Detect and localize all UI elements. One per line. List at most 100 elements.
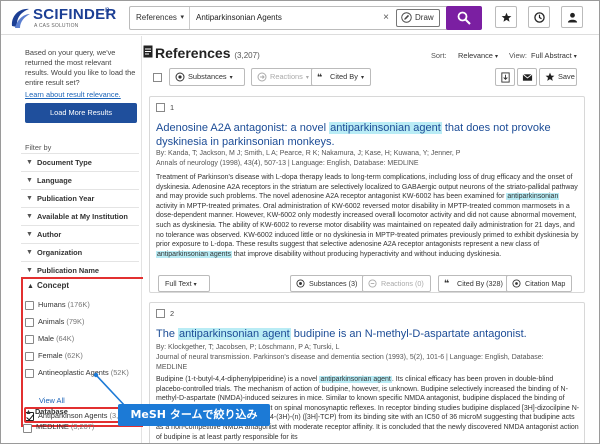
chevron-down-icon: ▾ — [193, 282, 197, 288]
citation-map-label: Citation Map — [525, 279, 566, 288]
concept-item-label: Antineoplastic Agents — [38, 368, 109, 377]
facet-label: Author — [37, 230, 62, 239]
screenshot-frame: SCIFINDER n A CAS SOLUTION References ▾ … — [0, 0, 600, 444]
abstract-highlight: antiparkinsonian — [506, 193, 560, 201]
result-count: (3,207) — [234, 51, 260, 60]
search-button[interactable] — [446, 6, 482, 30]
load-results-prompt: Based on your query, we've returned the … — [25, 48, 136, 87]
title-text: The — [156, 328, 179, 340]
facet-organization[interactable]: ▼ Organization — [21, 243, 139, 261]
facet-author[interactable]: ▼ Author — [21, 225, 139, 243]
pencil-icon — [401, 12, 412, 23]
search-bar: References ▾ × Draw — [129, 6, 474, 30]
title-highlight: antiparkinsonian agent — [178, 328, 291, 340]
result-checkbox[interactable] — [156, 309, 165, 318]
concept-item-male[interactable]: Male (64K) — [25, 331, 149, 347]
draw-label: Draw — [415, 13, 434, 22]
citation-map-icon — [512, 279, 521, 288]
concept-item-count: (176K) — [67, 300, 90, 309]
concept-item-animals[interactable]: Animals (79K) — [25, 314, 149, 330]
result-title-link[interactable]: The antiparkinsonian agent budipine is a… — [156, 327, 576, 341]
account-button[interactable] — [561, 6, 583, 28]
download-button[interactable] — [495, 68, 515, 86]
checkbox[interactable] — [25, 369, 34, 378]
concept-item-label: Humans — [38, 300, 66, 309]
title-text: budipine is an N-methyl-D-aspartate anta… — [290, 328, 527, 340]
logo-subtitle: A CAS SOLUTION — [34, 23, 79, 29]
checkbox[interactable] — [25, 335, 34, 344]
facet-label: Publication Year — [37, 194, 95, 203]
result-source: Annals of neurology (1998), 43(4), 507-1… — [156, 160, 419, 167]
cited-by-button[interactable]: ❝ Cited By ▾ — [311, 68, 371, 86]
chevron-down-icon: ▾ — [360, 75, 364, 81]
chevron-down-icon: ▾ — [573, 54, 577, 60]
search-type-label: References — [136, 13, 177, 22]
learn-more-link[interactable]: Learn about result relevance. — [25, 90, 121, 99]
title-highlight: antiparkinsonian agent — [329, 122, 442, 134]
logo-sup: n — [105, 5, 110, 14]
checkbox[interactable] — [25, 318, 34, 327]
chevron-down-icon: ▾ — [494, 54, 498, 60]
concept-item-count: (52K) — [110, 368, 129, 377]
checkbox[interactable] — [23, 424, 32, 433]
concept-item-female[interactable]: Female (62K) — [25, 348, 149, 364]
facet-document-type[interactable]: ▼ Document Type — [21, 153, 139, 171]
checkbox[interactable] — [25, 352, 34, 361]
result-cited-by-button[interactable]: ❝ Cited By (328) — [438, 275, 510, 292]
mesh-filter-callout: MeSH タームで絞り込み — [118, 404, 270, 426]
facet-label: Organization — [37, 248, 83, 257]
references-icon — [143, 45, 153, 58]
view-dropdown[interactable]: Full Abstract ▾ — [531, 51, 577, 60]
facet-database-header[interactable]: ▲ Database — [25, 407, 68, 416]
reactions-label: Reactions — [270, 72, 303, 81]
chevron-down-icon: ▼ — [26, 249, 33, 256]
star-icon — [545, 72, 555, 81]
history-button[interactable] — [528, 6, 550, 28]
favorites-button[interactable] — [495, 6, 517, 28]
sort-dropdown[interactable]: Relevance ▾ — [458, 51, 498, 60]
facet-publication-year[interactable]: ▼ Publication Year — [21, 189, 139, 207]
facet-language[interactable]: ▼ Language — [21, 171, 139, 189]
citation-map-button[interactable]: Citation Map — [506, 275, 573, 292]
abstract-text: activity in MPTP-treated primates. Oral … — [156, 202, 579, 249]
result-reactions-button[interactable]: Reactions (0) — [362, 275, 431, 292]
results-panel: References (3,207) Sort: Relevance ▾ Vie… — [143, 36, 599, 443]
concept-item-count: (79K) — [66, 317, 85, 326]
user-icon — [567, 12, 578, 23]
result-abstract: Treatment of Parkinson's disease with L-… — [156, 173, 580, 259]
concept-item-humans[interactable]: Humans (176K) — [25, 297, 149, 313]
chevron-down-icon: ▾ — [180, 14, 184, 21]
result-checkbox[interactable] — [156, 103, 165, 112]
checkbox[interactable] — [25, 301, 34, 310]
clear-icon[interactable]: × — [380, 7, 392, 29]
facet-available-at-institution[interactable]: ▼ Available at My Institution — [21, 207, 139, 225]
scifinder-logo[interactable]: SCIFINDER n A CAS SOLUTION — [9, 5, 121, 31]
select-all-checkbox[interactable] — [153, 73, 162, 82]
result-substances-button[interactable]: Substances (3) — [290, 275, 365, 292]
quote-icon: ❝ — [317, 72, 323, 82]
facet-label: Publication Name — [37, 266, 100, 275]
facet-concept-header[interactable]: ▲ Concept — [27, 281, 69, 290]
concept-item-antineoplastic-agents[interactable]: Antineoplastic Agents (52K) — [25, 365, 149, 381]
view-label: View: — [509, 51, 527, 60]
page-title-text: References — [155, 45, 231, 61]
load-more-results-button[interactable]: Load More Results — [25, 103, 137, 123]
search-input[interactable] — [192, 7, 392, 29]
result-cited-by-label: Cited By (328) — [457, 279, 503, 288]
page-title: References (3,207) — [155, 45, 260, 61]
full-text-button[interactable]: Full Text ▾ — [158, 275, 210, 292]
view-all-concepts-link[interactable]: View All — [39, 396, 65, 405]
result-title-link[interactable]: Adenosine A2A antagonist: a novel antipa… — [156, 121, 576, 149]
mail-icon — [522, 73, 533, 81]
email-button[interactable] — [517, 68, 537, 86]
concept-item-count: (64K) — [56, 334, 75, 343]
abstract-text: Budipine (1-t-butyl-4,4-diphenylpiperidi… — [156, 376, 320, 383]
full-text-label: Full Text — [165, 279, 192, 288]
database-item-label: MEDLINE — [36, 422, 69, 431]
search-type-dropdown[interactable]: References ▾ — [130, 7, 190, 29]
draw-button[interactable]: Draw — [396, 9, 440, 27]
concept-item-label: Male — [38, 334, 55, 343]
sort-value: Relevance — [458, 51, 493, 60]
save-button[interactable]: Save — [539, 68, 577, 86]
substances-button[interactable]: Substances ▾ — [169, 68, 245, 86]
